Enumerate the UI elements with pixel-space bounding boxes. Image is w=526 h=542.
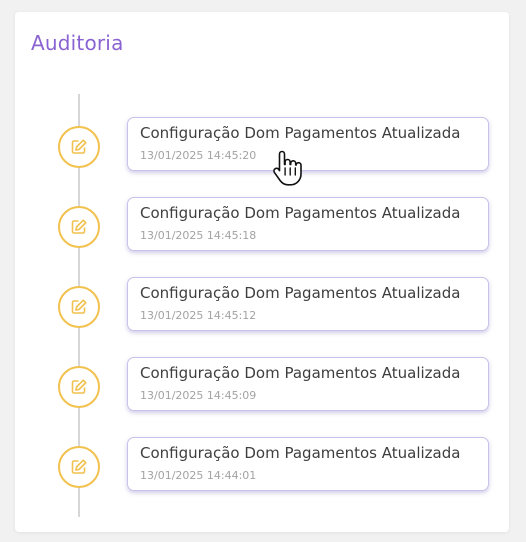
audit-entry-card[interactable]: Configuração Dom Pagamentos Atualizada 1… xyxy=(127,437,489,491)
audit-entry-title: Configuração Dom Pagamentos Atualizada xyxy=(140,444,461,462)
audit-entry-card[interactable]: Configuração Dom Pagamentos Atualizada 1… xyxy=(127,357,489,411)
audit-entry-date: 13/01/2025 14:45:20 xyxy=(140,149,257,162)
audit-entry-date: 13/01/2025 14:44:01 xyxy=(140,469,257,482)
timeline-item: Configuração Dom Pagamentos Atualizada 1… xyxy=(15,117,509,173)
edit-icon xyxy=(58,206,100,248)
audit-entry-card[interactable]: Configuração Dom Pagamentos Atualizada 1… xyxy=(127,117,489,171)
audit-entry-date: 13/01/2025 14:45:09 xyxy=(140,389,257,402)
audit-entry-title: Configuração Dom Pagamentos Atualizada xyxy=(140,124,461,142)
audit-entry-date: 13/01/2025 14:45:18 xyxy=(140,229,257,242)
panel-title: Auditoria xyxy=(31,31,124,55)
timeline-item: Configuração Dom Pagamentos Atualizada 1… xyxy=(15,197,509,253)
audit-entry-title: Configuração Dom Pagamentos Atualizada xyxy=(140,364,461,382)
audit-entry-title: Configuração Dom Pagamentos Atualizada xyxy=(140,284,461,302)
audit-panel: Auditoria Configuração Dom Pagamentos At… xyxy=(15,12,509,532)
timeline-item: Configuração Dom Pagamentos Atualizada 1… xyxy=(15,437,509,493)
edit-icon xyxy=(58,126,100,168)
edit-icon xyxy=(58,446,100,488)
edit-icon xyxy=(58,366,100,408)
audit-entry-card[interactable]: Configuração Dom Pagamentos Atualizada 1… xyxy=(127,197,489,251)
edit-icon xyxy=(58,286,100,328)
timeline-item: Configuração Dom Pagamentos Atualizada 1… xyxy=(15,277,509,333)
audit-entry-title: Configuração Dom Pagamentos Atualizada xyxy=(140,204,461,222)
audit-entry-date: 13/01/2025 14:45:12 xyxy=(140,309,257,322)
audit-entry-card[interactable]: Configuração Dom Pagamentos Atualizada 1… xyxy=(127,277,489,331)
timeline-item: Configuração Dom Pagamentos Atualizada 1… xyxy=(15,357,509,413)
